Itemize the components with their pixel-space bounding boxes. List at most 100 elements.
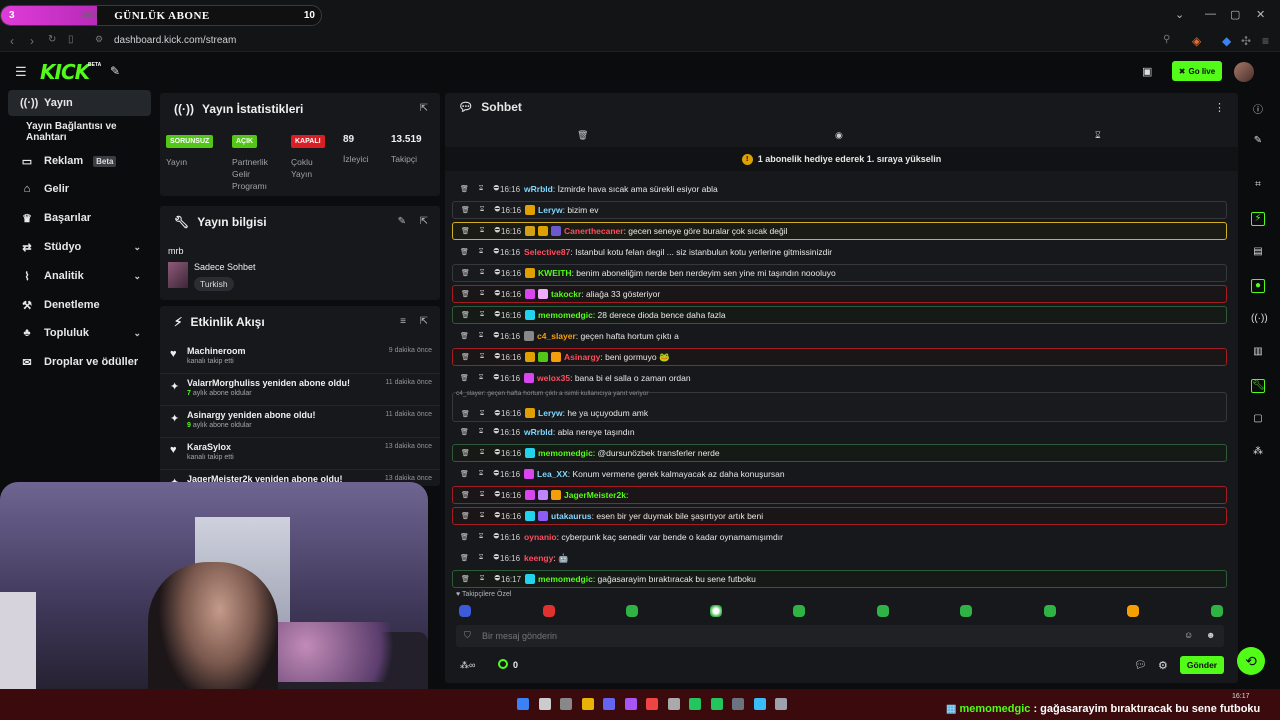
community-goal-icon[interactable]: ⁂∞ (460, 660, 475, 671)
message-username[interactable]: oynanio (524, 532, 557, 542)
go-live-button[interactable]: ✖ Go live (1172, 61, 1222, 81)
chat-message[interactable]: 🗑︎ ⌛︎ ⛔︎ 16:16 c4_slayer: geçen hafta hortum… (452, 327, 1227, 345)
message-username[interactable]: memomedgic (538, 448, 593, 458)
back-icon[interactable]: ‹ (10, 34, 14, 48)
ban-icon[interactable]: ⛔︎ (493, 533, 499, 541)
timeout-icon[interactable]: ⌛︎ (480, 311, 484, 319)
trash-icon[interactable]: 🗑︎ (461, 512, 470, 520)
chat-message[interactable]: 🗑︎ ⌛︎ ⛔︎ 16:16 wRrbld: İzmirde hava sıcak am… (452, 180, 1227, 198)
app-icon[interactable] (667, 698, 680, 710)
message-username[interactable]: KWEITH (538, 268, 572, 278)
trash-icon[interactable]: 🗑︎ (461, 290, 470, 298)
trash-icon[interactable]: 🗑︎ (461, 491, 470, 499)
timeout-icon[interactable]: ⌛︎ (479, 533, 483, 541)
message-username[interactable]: Lea_XX (537, 469, 568, 479)
extensions-puzzle-icon[interactable]: ✣ (1241, 34, 1251, 48)
chat-bubble-small-icon[interactable]: 💬︎ (1134, 660, 1147, 671)
app-icon[interactable] (732, 698, 744, 710)
filter-icon[interactable]: ≡ (400, 316, 406, 327)
trash-icon[interactable]: 🗑︎ (460, 248, 469, 256)
settings-gear-icon[interactable]: ⚙ (1158, 659, 1168, 672)
brave-icon[interactable] (646, 698, 658, 710)
app-icon[interactable] (753, 698, 766, 710)
community-rail-icon[interactable]: ⁂ (1251, 446, 1265, 460)
focus-icon[interactable]: ⌗ (1251, 179, 1265, 193)
timeout-icon[interactable]: ⌛︎ (479, 332, 483, 340)
task-view-icon[interactable] (560, 698, 572, 710)
timeout-icon[interactable]: ⌛︎ (479, 470, 483, 478)
popout-icon[interactable]: ⇱ (420, 316, 428, 327)
sidebar-item-studio[interactable]: ⇄ Stüdyo ⌄ (8, 234, 151, 260)
chat-message[interactable]: 🗑︎ ⌛︎ ⛔︎ 16:16 keengy: 🤖 (452, 549, 1227, 567)
emote-icon[interactable] (709, 605, 722, 617)
timeout-icon[interactable]: ⌛︎ (480, 290, 484, 298)
message-username[interactable]: utakaurus (551, 511, 592, 521)
tab-search-icon[interactable]: ⌄ (1175, 8, 1184, 21)
emoji-icon[interactable]: ☻ (1206, 630, 1215, 640)
ban-icon[interactable]: ⛔︎ (493, 248, 499, 256)
trash-icon[interactable]: 🗑︎ (461, 269, 470, 277)
maximize-icon[interactable]: ▢ (1230, 8, 1240, 21)
ban-icon[interactable]: ⛔︎ (493, 374, 499, 382)
emote-icon[interactable] (876, 605, 889, 617)
trash-icon[interactable]: 🗑︎ (460, 332, 469, 340)
timeout-icon[interactable]: ⌛︎ (479, 185, 483, 193)
category-name[interactable]: Sadece Sohbet (194, 262, 256, 272)
wrench-rail-icon[interactable]: 🔧︎ (1251, 379, 1265, 393)
trash-icon[interactable]: 🗑︎ (461, 311, 470, 319)
reload-icon[interactable]: ↻ (48, 34, 56, 45)
chat-message[interactable]: 🗑︎ ⌛︎ ⛔︎ 16:16 wRrbld: abla nereye taşındın (452, 423, 1227, 441)
chat-message[interactable]: 🗑︎ ⌛︎ ⛔︎ 16:16 memomedgic: @dursunözbek tran… (452, 444, 1227, 462)
sidebar-item-community[interactable]: ♣ Topluluk ⌄ (8, 320, 151, 346)
url-text[interactable]: dashboard.kick.com/stream (114, 35, 236, 46)
sidebar-item-drops[interactable]: ✉ Droplar ve ödüller (8, 349, 151, 375)
layout-icon[interactable]: ▥ (1251, 346, 1265, 360)
sidebar-item-ads[interactable]: ▭ Reklam Beta (8, 148, 151, 174)
trash-icon[interactable]: 🗑︎ (461, 353, 470, 361)
message-username[interactable]: Asinargy (564, 352, 600, 362)
close-window-icon[interactable]: ✕ (1256, 8, 1265, 21)
chat-message[interactable]: 🗑︎ ⌛︎ ⛔︎ 16:16 oynanio: cyberpunk kaç senedi… (452, 528, 1227, 546)
trash-icon[interactable]: 🗑︎ (460, 185, 469, 193)
gift-banner[interactable]: ! 1 abonelik hediye ederek 1. sıraya yük… (445, 147, 1238, 171)
popout-icon[interactable]: ⇱ (420, 103, 428, 114)
emote-icon[interactable] (459, 605, 471, 617)
trash-icon[interactable]: 🗑︎ (461, 410, 470, 418)
ban-icon[interactable]: ⛔︎ (494, 206, 500, 214)
notes-icon[interactable]: ▤ (1251, 246, 1265, 260)
file-explorer-icon[interactable] (581, 698, 594, 710)
ban-icon[interactable]: ⛔︎ (493, 554, 499, 562)
timeout-icon[interactable]: ⌛︎ (479, 428, 483, 436)
windows-start-icon[interactable] (517, 698, 529, 710)
menu-icon[interactable]: ≡ (1262, 34, 1269, 48)
trash-icon[interactable]: 🗑︎ (461, 227, 470, 235)
trash-icon[interactable]: 🗑︎ (460, 533, 469, 541)
slow-mode-icon[interactable]: ⌛︎ (1095, 130, 1101, 141)
spotify-icon[interactable] (689, 698, 701, 710)
message-username[interactable]: takockr (551, 289, 581, 299)
ban-icon[interactable]: ⛔︎ (494, 449, 500, 457)
trash-icon[interactable]: 🗑︎ (460, 374, 469, 382)
chat-message[interactable]: 🗑︎ ⌛︎ ⛔︎ 16:16 utakaurus: esen bir yer duyma… (452, 507, 1227, 525)
minimize-icon[interactable]: — (1205, 8, 1216, 20)
sidebar-item-revenue[interactable]: ⌂ Gelir (8, 176, 151, 202)
ban-icon[interactable]: ⛔︎ (493, 332, 499, 340)
kick-logo[interactable]: KICK (40, 60, 90, 84)
send-button[interactable]: Gönder (1180, 656, 1224, 674)
chat-mode-icon[interactable]: ◉ (835, 130, 843, 141)
timeout-icon[interactable]: ⌛︎ (480, 227, 484, 235)
chat-message[interactable]: 🗑︎ ⌛︎ ⛔︎ 16:16 memomedgic: 28 derece dioda b… (452, 306, 1227, 324)
chat-message[interactable]: 🗑︎ ⌛︎ ⛔︎ 16:16 Lea_XX: Konum vermene gerek k… (452, 465, 1227, 483)
pin-icon[interactable]: ✎ (110, 64, 120, 78)
timeout-icon[interactable]: ⌛︎ (480, 206, 484, 214)
emote-icon[interactable] (1210, 605, 1223, 617)
zoom-icon[interactable]: ⚲ (1163, 34, 1170, 45)
ban-icon[interactable]: ⛔︎ (494, 353, 500, 361)
timeout-icon[interactable]: ⌛︎ (480, 575, 484, 583)
chat-message[interactable]: 🗑︎ ⌛︎ ⛔︎ 16:16 takockr: aliağa 33 gösteriyor (452, 285, 1227, 303)
emote-icon[interactable] (1127, 605, 1139, 617)
message-username[interactable]: memomedgic (538, 574, 593, 584)
chat-message[interactable]: 🗑︎ ⌛︎ ⛔︎ 16:16 KWEITH: benim aboneliğim nerd… (452, 264, 1227, 282)
camera-icon[interactable]: ▣ (1142, 65, 1152, 78)
forward-icon[interactable]: › (30, 34, 34, 48)
